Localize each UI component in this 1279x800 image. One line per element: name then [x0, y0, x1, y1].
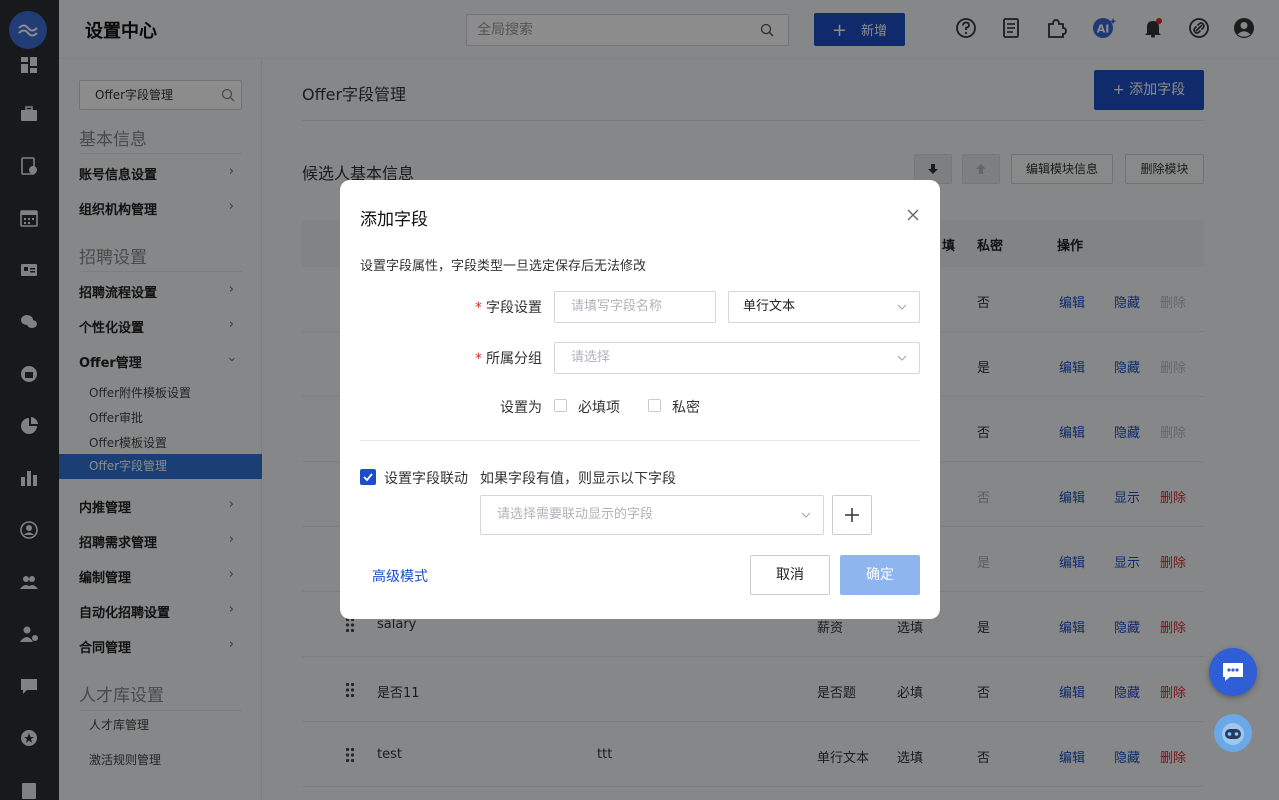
group-select-placeholder: 请选择: [571, 350, 611, 365]
private-checkbox-label: 私密: [672, 400, 700, 416]
required-checkbox[interactable]: [554, 399, 567, 412]
close-icon[interactable]: [906, 208, 920, 222]
plus-icon: [845, 508, 859, 522]
field-linkage-hint: 如果字段有值，则显示以下字段: [480, 471, 676, 487]
field-type-value: 单行文本: [743, 299, 796, 314]
set-as-label: 设置为: [500, 400, 542, 416]
add-linkage-button[interactable]: [832, 495, 872, 535]
dialog-description: 设置字段属性，字段类型一旦选定保存后无法修改: [360, 259, 647, 274]
dialog-title: 添加字段: [360, 210, 428, 230]
field-setting-label-text: 字段设置: [486, 300, 542, 316]
cancel-button[interactable]: 取消: [750, 555, 830, 595]
robot-assistant-button[interactable]: [1214, 714, 1252, 752]
group-label: * 所属分组: [440, 348, 542, 368]
chevron-down-icon: [897, 304, 907, 310]
required-mark: *: [475, 351, 482, 367]
customer-service-button[interactable]: [1209, 648, 1257, 696]
checkmark-icon: [363, 473, 373, 482]
private-checkbox[interactable]: [648, 399, 661, 412]
group-label-text: 所属分组: [486, 351, 542, 367]
add-field-dialog: 添加字段 设置字段属性，字段类型一旦选定保存后无法修改 * 字段设置 请填写字段名…: [340, 180, 940, 619]
field-linkage-checkbox[interactable]: [360, 469, 376, 485]
chevron-down-icon: [801, 512, 811, 518]
field-linkage-label: 设置字段联动: [384, 471, 468, 487]
required-checkbox-label: 必填项: [578, 400, 620, 416]
confirm-button[interactable]: 确定: [840, 555, 920, 595]
advanced-mode-link[interactable]: 高级模式: [372, 566, 428, 586]
divider: [360, 440, 920, 441]
chevron-down-icon: [897, 355, 907, 361]
linkage-field-placeholder: 请选择需要联动显示的字段: [497, 507, 654, 522]
linkage-field-select[interactable]: 请选择需要联动显示的字段: [480, 495, 824, 535]
required-mark: *: [475, 300, 482, 316]
field-setting-label: * 字段设置: [440, 297, 542, 317]
group-select[interactable]: 请选择: [554, 342, 920, 374]
chat-bubble-icon: [1223, 663, 1243, 681]
field-type-select[interactable]: 单行文本: [728, 291, 920, 323]
field-name-input[interactable]: 请填写字段名称: [554, 291, 716, 323]
robot-icon: [1222, 723, 1244, 745]
